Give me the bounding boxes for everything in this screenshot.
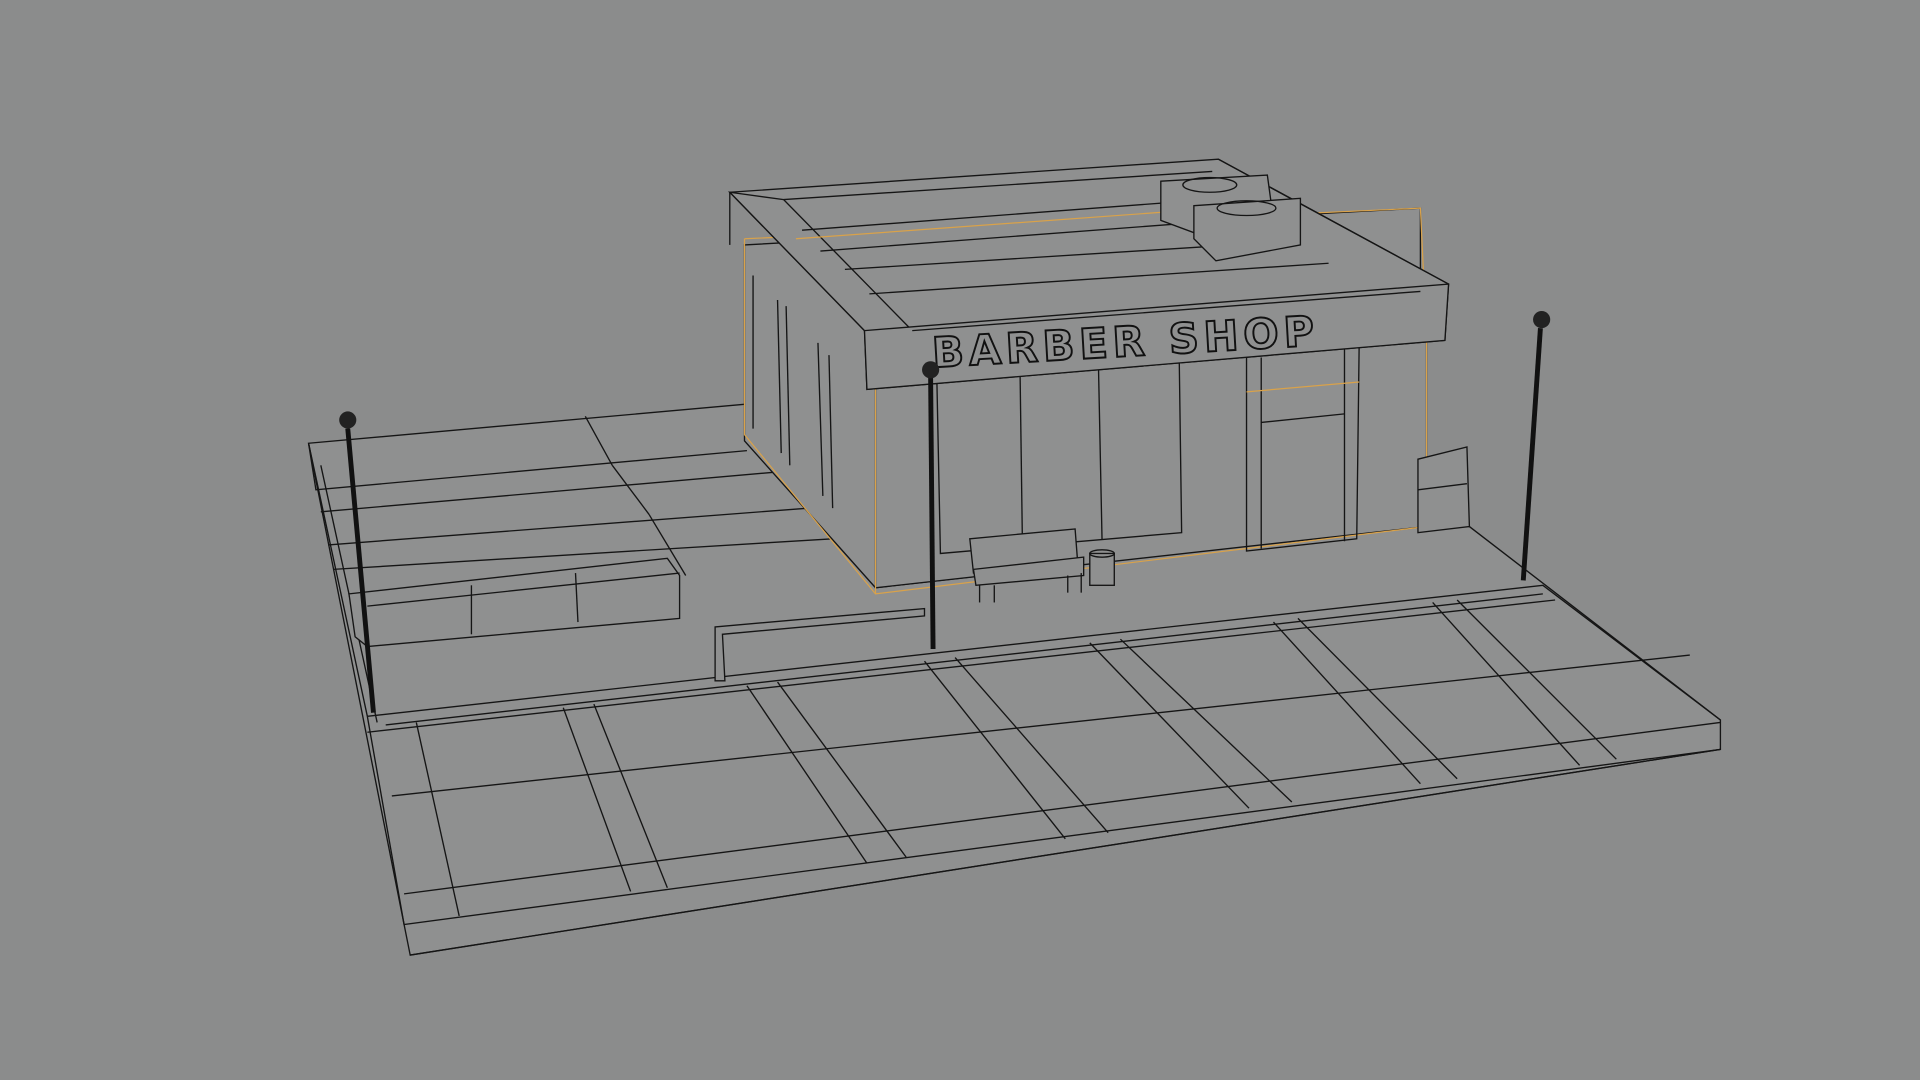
- trash-bin: [1089, 549, 1115, 586]
- lamp-post: [1520, 311, 1551, 581]
- viewport-3d[interactable]: BARBER SHOP: [0, 0, 1920, 1080]
